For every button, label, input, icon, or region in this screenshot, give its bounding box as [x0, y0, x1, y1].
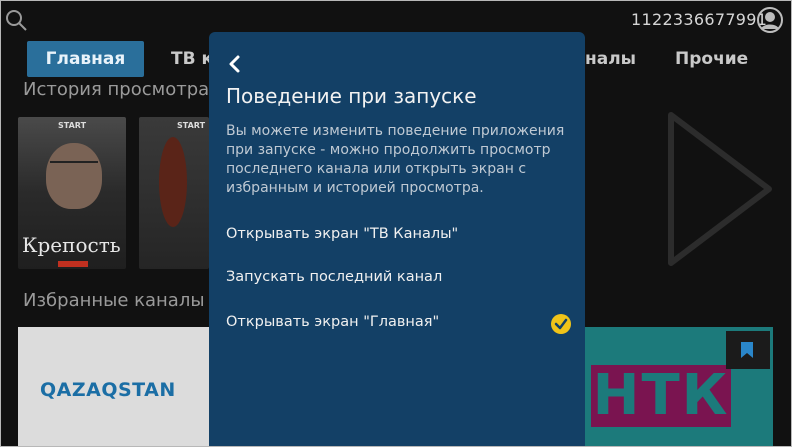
channel-card[interactable]: QAZAQSTAN [18, 327, 218, 446]
tab-channels-fragment[interactable]: налы [585, 41, 636, 77]
poster-title: Крепость [22, 233, 121, 257]
channel-card[interactable]: НТК [583, 327, 773, 446]
option-label: Открывать экран "Главная" [226, 314, 440, 330]
poster-badge: START [177, 121, 206, 130]
history-section-title: История просмотра [23, 79, 210, 100]
tab-home[interactable]: Главная [27, 41, 144, 77]
poster-badge: START [58, 121, 87, 130]
play-icon [668, 112, 772, 266]
avatar-icon[interactable] [757, 7, 783, 33]
app-frame: 1122336677991 Главная ТВ к налы Прочие И… [0, 0, 792, 447]
channel-logo: НТК [591, 363, 731, 428]
back-icon[interactable] [225, 54, 245, 74]
tab-tv-channels[interactable]: ТВ к [171, 41, 213, 77]
option-open-home[interactable]: Открывать экран "Главная" [209, 307, 585, 341]
option-open-tv-channels[interactable]: Открывать экран "ТВ Каналы" [209, 219, 585, 253]
option-label: Открывать экран "ТВ Каналы" [226, 226, 459, 242]
account-id: 1122336677991 [631, 10, 768, 29]
dialog-description: Вы можете изменить поведение приложения … [226, 123, 565, 196]
startup-behavior-dialog: Поведение при запуске Вы можете изменить… [209, 32, 585, 446]
tab-other[interactable]: Прочие [675, 41, 748, 77]
poster-face [46, 143, 102, 209]
checkmark-icon [551, 314, 571, 334]
option-label: Запускать последний канал [226, 269, 443, 285]
premiere-badge [58, 261, 88, 267]
favorites-section-title: Избранные каналы [23, 290, 205, 311]
bookmark-button[interactable] [726, 331, 770, 369]
dialog-title: Поведение при запуске [226, 84, 477, 108]
option-launch-last-channel[interactable]: Запускать последний канал [209, 262, 585, 296]
bookmark-icon [741, 342, 753, 358]
poster-card[interactable]: START [139, 117, 209, 269]
poster-card[interactable]: START Крепость [18, 117, 126, 269]
search-icon[interactable] [5, 9, 27, 31]
channel-logo: QAZAQSTAN [40, 379, 176, 401]
poster-glasses [50, 161, 98, 173]
poster-figure [159, 137, 187, 227]
